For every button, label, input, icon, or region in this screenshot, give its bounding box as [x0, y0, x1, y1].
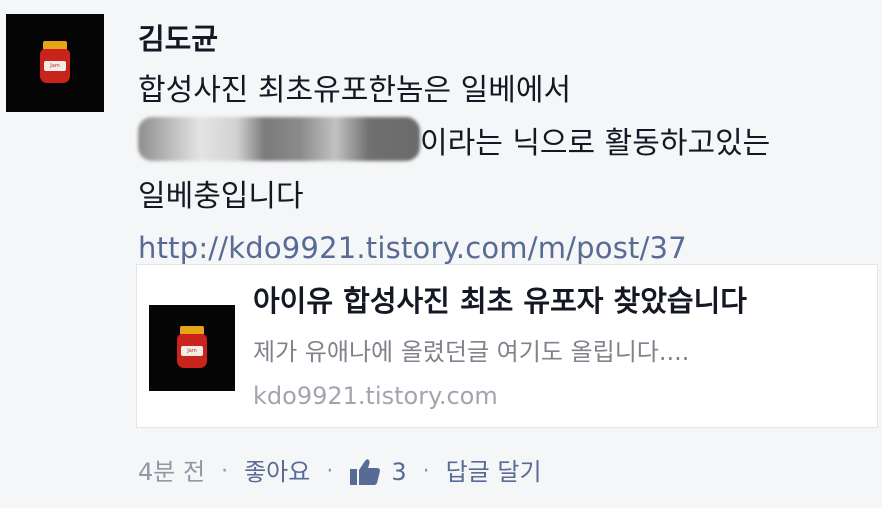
- thumbnail-jar-label: Jam: [181, 346, 203, 356]
- link-preview-description: 제가 유애나에 올렸던글 여기도 올립니다....: [253, 338, 690, 366]
- like-count-button[interactable]: 3: [349, 452, 407, 492]
- jam-jar-icon: Jam: [175, 326, 209, 370]
- avatar-jar-label: Jam: [44, 61, 66, 71]
- like-button[interactable]: 좋아요: [244, 452, 310, 492]
- comment-text-line-2: 이라는 닉으로 활동하고있는: [138, 117, 882, 170]
- commenter-avatar[interactable]: Jam: [6, 14, 104, 112]
- link-preview-card[interactable]: Jam 아이유 합성사진 최초 유포자 찾았습니다 제가 유애나에 올렸던글 여…: [136, 264, 878, 428]
- like-count: 3: [391, 458, 407, 486]
- comment-author-name[interactable]: 김도균: [138, 14, 882, 64]
- jam-jar-icon: Jam: [38, 41, 72, 85]
- redacted-nickname: [138, 117, 420, 161]
- comment-actions-bar: 4분 전 · 좋아요 · 3 · 답글 달기: [138, 452, 542, 492]
- thumbs-up-icon: [350, 459, 381, 485]
- separator-dot: ·: [221, 459, 229, 484]
- comment-text-line-1: 합성사진 최초유포한놈은 일베에서: [138, 73, 572, 108]
- separator-dot: ·: [422, 459, 430, 484]
- link-preview-title[interactable]: 아이유 합성사진 최초 유포자 찾았습니다: [253, 281, 747, 321]
- comment-text-line-2-suffix: 이라는 닉으로 활동하고있는: [420, 126, 771, 161]
- comment-text-line-3: 일베충입니다: [138, 179, 304, 214]
- reply-button[interactable]: 답글 달기: [446, 452, 542, 492]
- comment-body: 김도균 합성사진 최초유포한놈은 일베에서 이라는 닉으로 활동하고있는 일베충…: [138, 14, 882, 273]
- separator-dot: ·: [326, 459, 334, 484]
- comment-timestamp[interactable]: 4분 전: [138, 452, 205, 492]
- link-preview-domain: kdo9921.tistory.com: [253, 382, 498, 410]
- link-preview-thumbnail: Jam: [149, 305, 235, 391]
